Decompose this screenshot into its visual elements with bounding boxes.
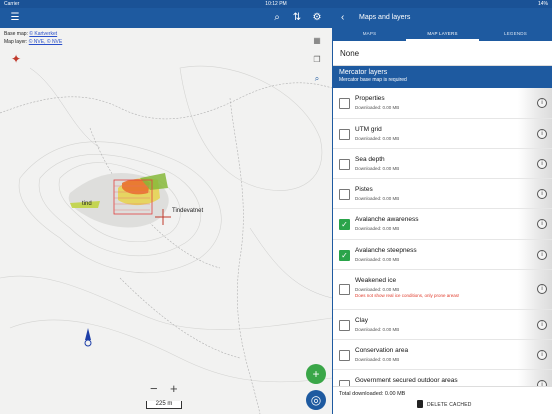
zoom-in-button[interactable]: + (170, 381, 178, 396)
map-canvas (0, 65, 332, 414)
tab-map-layers[interactable]: MAP LAYERS (406, 29, 479, 41)
section-header: Mercator layers Mercator base map is req… (333, 66, 552, 88)
map-view[interactable]: Base map: © Kartverket Map layer: © NVE,… (0, 28, 332, 414)
layer-downloaded: Downloaded: 0.00 MB (355, 226, 400, 231)
menu-icon[interactable]: ☰ (8, 11, 22, 25)
layer-downloaded: Downloaded: 0.00 MB (355, 327, 400, 332)
layer-row-properties[interactable]: Properties Downloaded: 0.00 MB i (333, 88, 552, 119)
zoom-controls: − + (148, 381, 188, 397)
layer-name: Avalanche steepness (355, 247, 417, 254)
base-map-link[interactable]: © Kartverket (29, 31, 57, 37)
place-label-tindevatnet: Tindevatnet (172, 208, 204, 214)
layer-downloaded: Downloaded: 0.00 MB (355, 357, 400, 362)
info-icon[interactable]: i (537, 350, 547, 360)
tab-legends[interactable]: LEGENDS (479, 29, 552, 41)
layer-downloaded: Downloaded: 0.00 MB (355, 257, 400, 262)
layer-downloaded: Downloaded: 0.00 MB (355, 287, 400, 292)
layer-downloaded: Downloaded: 0.00 MB (355, 136, 400, 141)
info-icon[interactable]: i (537, 159, 547, 169)
info-icon[interactable]: i (537, 129, 547, 139)
sort-icon[interactable]: ⇅ (290, 11, 304, 25)
panel-tabs: MAPS MAP LAYERS LEGENDS (333, 29, 552, 41)
info-icon[interactable]: i (537, 98, 547, 108)
layer-downloaded: Downloaded: 0.00 MB (355, 105, 400, 110)
layer-row-sea-depth[interactable]: Sea depth Downloaded: 0.00 MB i (333, 149, 552, 179)
layer-checkbox[interactable] (339, 98, 350, 109)
info-icon[interactable]: i (537, 284, 547, 294)
layer-name: Pistes (355, 186, 373, 193)
layer-checkbox[interactable] (339, 159, 350, 170)
add-icon[interactable]: + (306, 364, 326, 384)
gear-icon[interactable]: ⚙ (310, 11, 324, 25)
layer-name: Weakened ice (355, 277, 397, 284)
back-icon[interactable]: ‹ (341, 12, 344, 23)
info-icon[interactable]: i (537, 250, 547, 260)
clock-label: 10:12 PM (265, 1, 287, 7)
zoom-out-button[interactable]: − (150, 381, 158, 396)
info-icon[interactable]: i (537, 219, 547, 229)
layer-checkbox[interactable] (339, 350, 350, 361)
layer-row-pistes[interactable]: Pistes Downloaded: 0.00 MB i (333, 179, 552, 209)
map-icon[interactable]: ▦ (310, 34, 324, 48)
search-icon[interactable]: ⌕ (270, 11, 284, 25)
layer-name: Sea depth (355, 156, 385, 163)
map-toolbar: ☰ ⌕ ⇅ ⚙ (0, 8, 332, 28)
layer-list: Properties Downloaded: 0.00 MB i UTM gri… (333, 88, 552, 390)
panel-footer: Total downloaded: 0.00 MB DELETE CACHED (333, 386, 552, 414)
layer-name: UTM grid (355, 126, 382, 133)
info-icon[interactable]: i (537, 189, 547, 199)
layer-checkbox-checked[interactable]: ✓ (339, 219, 350, 230)
layer-checkbox[interactable] (339, 129, 350, 140)
place-label-tind: tind (82, 201, 92, 207)
layer-name: Properties (355, 95, 385, 102)
layer-checkbox[interactable] (339, 189, 350, 200)
layer-checkbox[interactable] (339, 320, 350, 331)
compass-icon[interactable]: ✦ (9, 52, 23, 66)
layer-warning: Does not show real ice conditions, only … (355, 293, 460, 298)
trash-icon[interactable] (417, 400, 423, 408)
layer-name: Government secured outdoor areas (355, 377, 458, 384)
total-downloaded: Total downloaded: 0.00 MB (339, 391, 406, 397)
layer-checkbox-checked[interactable]: ✓ (339, 250, 350, 261)
battery-label: 14% (537, 1, 548, 7)
layer-row-avalanche-steepness[interactable]: ✓ Avalanche steepness Downloaded: 0.00 M… (333, 240, 552, 270)
base-map-label: Base map: (4, 31, 28, 37)
none-option[interactable]: None (333, 41, 552, 66)
status-bar: Carrier 10:12 PM 14% (0, 0, 552, 8)
zoom-icon[interactable]: ⌕ (310, 72, 324, 86)
layer-name: Avalanche awareness (355, 216, 419, 223)
delete-cached-button[interactable]: DELETE CACHED (427, 402, 472, 408)
layer-checkbox[interactable] (339, 284, 350, 295)
layer-downloaded: Downloaded: 0.00 MB (355, 196, 400, 201)
map-layer-label: Map layer: (4, 39, 28, 45)
layers-icon[interactable]: ❐ (310, 53, 324, 67)
map-layer-link[interactable]: © NVE, © NVE (29, 39, 63, 45)
layer-row-weakened-ice[interactable]: Weakened ice Downloaded: 0.00 MB Does no… (333, 270, 552, 310)
panel-header: ‹ Maps and layers (333, 8, 552, 29)
layer-row-conservation-area[interactable]: Conservation area Downloaded: 0.00 MB i (333, 340, 552, 370)
tab-maps[interactable]: MAPS (333, 29, 406, 41)
base-map-attribution: Base map: © Kartverket (4, 31, 57, 37)
section-subtitle: Mercator base map is required (339, 77, 407, 83)
map-layer-attribution: Map layer: © NVE, © NVE (4, 39, 62, 45)
locate-icon[interactable]: ◎ (306, 390, 326, 410)
layer-row-avalanche-awareness[interactable]: ✓ Avalanche awareness Downloaded: 0.00 M… (333, 209, 552, 240)
panel-title: Maps and layers (359, 14, 411, 21)
layer-name: Conservation area (355, 347, 409, 354)
scale-bar: 225 m (146, 401, 182, 409)
section-title: Mercator layers (339, 69, 388, 76)
layer-row-clay[interactable]: Clay Downloaded: 0.00 MB i (333, 310, 552, 340)
layer-row-utm-grid[interactable]: UTM grid Downloaded: 0.00 MB i (333, 119, 552, 149)
info-icon[interactable]: i (537, 320, 547, 330)
layer-downloaded: Downloaded: 0.00 MB (355, 166, 400, 171)
layers-panel: ‹ Maps and layers MAPS MAP LAYERS LEGEND… (333, 8, 552, 414)
layer-name: Clay (355, 317, 369, 324)
